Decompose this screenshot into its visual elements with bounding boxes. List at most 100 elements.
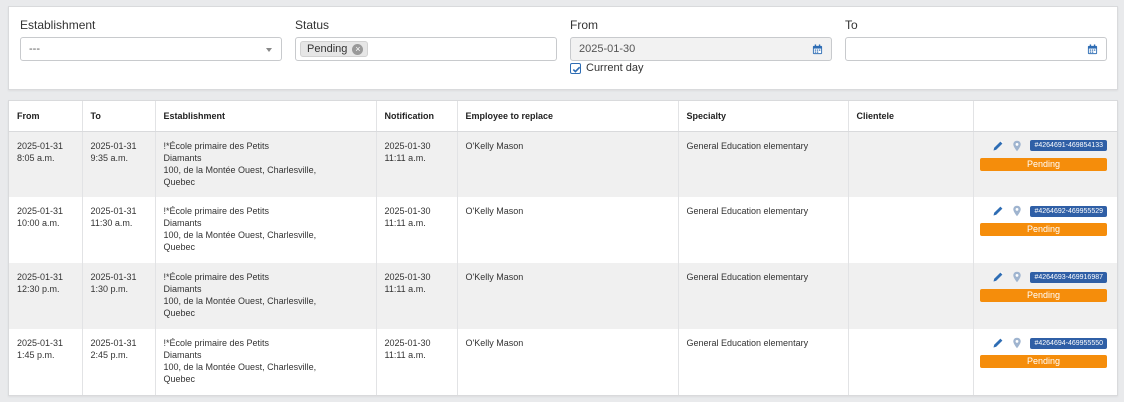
replacements-table: From To Establishment Notification Emplo… [9, 101, 1117, 395]
from-cell: 2025-01-31 10:00 a.m. [9, 197, 83, 263]
establishment-name-line-2: Diamants [163, 218, 202, 228]
establishment-name-line-1: !*École primaire des Petits [163, 272, 270, 282]
employee-cell: O'Kelly Mason [457, 329, 679, 395]
notification-cell: 2025-01-30 11:11 a.m. [376, 263, 458, 329]
status-multiselect[interactable]: Pending × [295, 37, 557, 61]
status-badge: Pending [980, 223, 1107, 236]
notification-time: 11:11 a.m. [384, 284, 426, 294]
from-date: 2025-01-31 [17, 272, 64, 282]
column-header-notification[interactable]: Notification [376, 101, 458, 132]
request-id-badge[interactable]: #4264693-469916987 [1030, 271, 1107, 283]
status-badge: Pending [980, 355, 1107, 368]
check-icon [572, 66, 581, 73]
establishment-address-line-1: 100, de la Montée Ouest, Charlesville, [163, 362, 317, 372]
establishment-name-line-2: Diamants [163, 284, 202, 294]
notification-date: 2025-01-30 [384, 338, 431, 348]
establishment-name-line-2: Diamants [163, 152, 202, 163]
establishment-address-line-1: 100, de la Montée Ouest, Charlesville, [163, 230, 317, 240]
from-time: 12:30 p.m. [17, 284, 60, 294]
column-header-establishment[interactable]: Establishment [155, 101, 377, 132]
close-icon[interactable]: × [352, 43, 364, 55]
to-date: 2025-01-31 [90, 140, 137, 151]
to-cell: 2025-01-31 1:30 p.m. [82, 263, 156, 329]
establishment-select[interactable]: --- [20, 37, 282, 61]
notification-cell: 2025-01-30 11:11 a.m. [376, 131, 458, 197]
establishment-name-line-1: !*École primaire des Petits [163, 206, 270, 216]
map-pin-icon[interactable] [1011, 271, 1023, 283]
request-id-badge[interactable]: #4264691-469854133 [1030, 140, 1107, 151]
request-id-badge[interactable]: #4264692-469955529 [1030, 205, 1107, 217]
from-cell: 2025-01-31 1:45 p.m. [9, 329, 83, 395]
to-date: 2025-01-31 [90, 272, 137, 282]
clientele-cell [848, 263, 974, 329]
establishment-label: Establishment [20, 18, 96, 32]
to-cell: 2025-01-31 2:45 p.m. [82, 329, 156, 395]
establishment-cell: !*École primaire des Petits Diamants 100… [155, 131, 377, 197]
establishment-address-line-2: Quebec [163, 242, 196, 252]
column-header-actions [973, 101, 1117, 132]
to-date: 2025-01-31 [90, 338, 137, 348]
establishment-address-line-2: Quebec [163, 308, 196, 318]
map-pin-icon[interactable] [1011, 337, 1023, 349]
notification-date: 2025-01-30 [384, 206, 431, 216]
notification-cell: 2025-01-30 11:11 a.m. [376, 329, 458, 395]
establishment-address-line-2: Quebec [163, 176, 196, 187]
to-cell: 2025-01-31 11:30 a.m. [82, 197, 156, 263]
to-time: 9:35 a.m. [90, 152, 129, 163]
to-cell: 2025-01-31 9:35 a.m. [82, 131, 156, 197]
calendar-icon[interactable] [812, 44, 823, 55]
table-row[interactable]: 2025-01-31 1:45 p.m. 2025-01-31 2:45 p.m… [9, 329, 1117, 395]
calendar-icon[interactable] [1087, 44, 1098, 55]
notification-time: 11:11 a.m. [384, 350, 426, 360]
status-tag: Pending × [300, 41, 369, 57]
table-row[interactable]: 2025-01-31 8:05 a.m. 2025-01-31 9:35 a.m… [9, 131, 1117, 197]
current-day-option[interactable]: Current day [570, 62, 643, 74]
clientele-cell [848, 131, 974, 197]
table-row[interactable]: 2025-01-31 10:00 a.m. 2025-01-31 11:30 a… [9, 197, 1117, 263]
establishment-cell: !*École primaire des Petits Diamants 100… [155, 263, 377, 329]
from-time: 8:05 a.m. [17, 152, 55, 163]
column-header-to[interactable]: To [82, 101, 156, 132]
establishment-name-line-1: !*École primaire des Petits [163, 140, 270, 151]
from-date-value: 2025-01-30 [579, 43, 636, 55]
actions-cell: #4264693-469916987 Pending [973, 263, 1117, 329]
status-badge: Pending [980, 289, 1107, 302]
clientele-cell [848, 329, 974, 395]
notification-time: 11:11 a.m. [384, 218, 426, 228]
to-time: 2:45 p.m. [90, 350, 129, 360]
table-row[interactable]: 2025-01-31 12:30 p.m. 2025-01-31 1:30 p.… [9, 263, 1117, 329]
current-day-checkbox[interactable] [570, 62, 581, 74]
to-date-input[interactable] [845, 37, 1107, 61]
from-date: 2025-01-31 [17, 206, 64, 216]
notification-time: 11:11 a.m. [384, 152, 426, 163]
establishment-address-line-2: Quebec [163, 374, 196, 384]
establishment-cell: !*École primaire des Petits Diamants 100… [155, 197, 377, 263]
pencil-icon[interactable] [992, 337, 1004, 349]
specialty-cell: General Education elementary [678, 197, 849, 263]
current-day-label: Current day [586, 62, 644, 74]
column-header-specialty[interactable]: Specialty [678, 101, 849, 132]
from-date: 2025-01-31 [17, 140, 64, 151]
pencil-icon[interactable] [992, 271, 1004, 283]
clientele-cell [848, 197, 974, 263]
table-header-row: From To Establishment Notification Emplo… [9, 101, 1117, 132]
from-time: 1:45 p.m. [17, 350, 55, 360]
column-header-clientele[interactable]: Clientele [848, 101, 974, 132]
establishment-name-line-2: Diamants [163, 350, 202, 360]
establishment-address-line-1: 100, de la Montée Ouest, Charlesville, [163, 296, 317, 306]
map-pin-icon[interactable] [1011, 140, 1023, 152]
from-date-input[interactable]: 2025-01-30 [570, 37, 832, 61]
results-panel: From To Establishment Notification Emplo… [8, 100, 1118, 396]
pencil-icon[interactable] [992, 205, 1004, 217]
establishment-name-line-1: !*École primaire des Petits [163, 338, 270, 348]
filter-panel: Establishment --- Status Pending × From … [8, 6, 1118, 90]
from-cell: 2025-01-31 8:05 a.m. [9, 131, 83, 197]
column-header-employee[interactable]: Employee to replace [457, 101, 679, 132]
column-header-from[interactable]: From [9, 101, 83, 132]
pencil-icon[interactable] [992, 140, 1004, 152]
map-pin-icon[interactable] [1011, 205, 1023, 217]
establishment-select-value: --- [29, 43, 40, 55]
request-id-badge[interactable]: #4264694-469955550 [1030, 337, 1107, 349]
status-label: Status [295, 18, 330, 32]
employee-cell: O'Kelly Mason [457, 263, 679, 329]
